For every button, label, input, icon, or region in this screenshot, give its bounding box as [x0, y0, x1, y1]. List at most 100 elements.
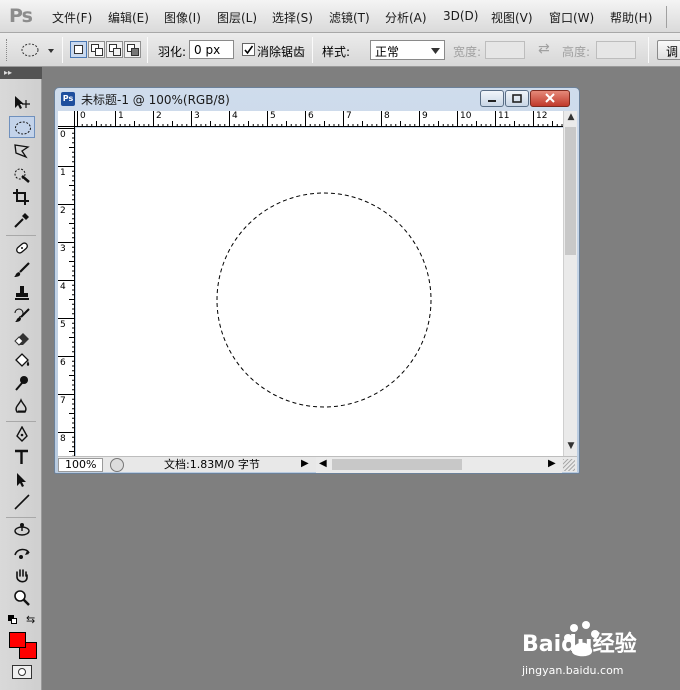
vertical-scrollbar[interactable]: ▲ ▼ [563, 111, 577, 456]
zoom-field[interactable]: 100% [58, 458, 103, 472]
healing-brush-tool[interactable] [9, 237, 35, 259]
horizontal-ruler[interactable]: 0 1 2 3 4 5 6 7 8 9 10 11 12 [75, 111, 563, 127]
scroll-up-icon[interactable]: ▲ [564, 112, 578, 122]
status-bar: 100% 文档:1.83M/0 字节 ▶ ◀ ▶ [58, 456, 577, 473]
vertical-ruler[interactable]: 0 1 2 3 4 5 6 7 8 [58, 127, 75, 456]
horizontal-ruler-ticks [77, 111, 563, 126]
antialias-label: 消除锯齿 [257, 45, 306, 59]
resize-grip-icon[interactable] [563, 459, 575, 471]
lasso-tool[interactable] [9, 140, 35, 162]
menu-analysis[interactable]: 分析(A) [385, 9, 427, 26]
menu-edit[interactable]: 编辑(E) [108, 9, 149, 26]
ruler-origin[interactable] [58, 111, 75, 127]
menu-image[interactable]: 图像(I) [164, 9, 201, 26]
eraser-tool[interactable] [9, 327, 35, 349]
clone-stamp-tool[interactable] [9, 282, 35, 304]
paint-bucket-tool[interactable] [9, 350, 35, 372]
crop-tool[interactable] [9, 186, 35, 208]
history-brush-tool[interactable] [9, 305, 35, 327]
ruler-y-label: 0 [60, 130, 66, 140]
options-bar: 羽化: 0 px 消除锯齿 样式: 正常 宽度: ⇄ 高度: 调 [0, 33, 680, 67]
brush-tool[interactable] [9, 259, 35, 281]
ruler-x-label: 2 [156, 111, 162, 121]
subtract-selection-button[interactable] [106, 41, 123, 58]
menu-layer[interactable]: 图层(L) [217, 9, 257, 26]
ruler-x-label: 9 [422, 111, 428, 121]
quick-selection-tool[interactable] [9, 164, 35, 186]
pen-icon [16, 426, 28, 442]
options-separator [62, 37, 63, 63]
width-input[interactable] [485, 41, 525, 59]
path-selection-tool[interactable] [9, 469, 35, 491]
menu-file[interactable]: 文件(F) [52, 9, 92, 26]
ruler-x-label: 6 [308, 111, 314, 121]
canvas[interactable] [76, 128, 563, 456]
3d-orbit-icon [14, 548, 30, 559]
status-menu-icon[interactable] [110, 458, 124, 472]
watermark-url: jingyan.baidu.com [522, 664, 624, 677]
menu-window[interactable]: 窗口(W) [549, 9, 594, 26]
document-window: Ps 未标题-1 @ 100%(RGB/8) 0 1 2 3 4 5 6 7 8 9 10 11 12 … [54, 87, 580, 474]
intersect-selection-button[interactable] [124, 41, 141, 58]
menu-3d[interactable]: 3D(D) [443, 9, 478, 23]
swap-dimensions-icon[interactable]: ⇄ [538, 41, 550, 57]
vertical-scroll-thumb[interactable] [565, 127, 576, 255]
style-label: 样式: [322, 45, 351, 59]
swap-colors-icon[interactable]: ⇆ [26, 613, 35, 626]
dodge-tool[interactable] [9, 372, 35, 394]
ruler-x-label: 10 [460, 111, 472, 121]
scroll-down-icon[interactable]: ▼ [564, 441, 578, 451]
horizontal-scrollbar[interactable]: ◀ ▶ [316, 457, 562, 473]
panel-collapse-icon[interactable]: ▸▸ [0, 67, 42, 79]
line-icon [14, 494, 30, 510]
ruler-x-label: 7 [346, 111, 352, 121]
antialias-checkbox[interactable] [242, 43, 255, 56]
default-colors-icon[interactable] [8, 615, 17, 624]
tool-preset-picker[interactable] [18, 40, 58, 60]
style-select-value: 正常 [375, 45, 400, 59]
foreground-color-swatch[interactable] [9, 632, 26, 648]
blur-tool[interactable] [9, 395, 35, 417]
menu-divider [666, 6, 667, 28]
style-select[interactable]: 正常 [370, 40, 445, 60]
new-selection-button[interactable] [70, 41, 87, 58]
ruler-y-label: 2 [60, 206, 66, 216]
baidu-watermark: Baidu经验 jingyan.baidu.com [520, 618, 678, 688]
type-icon [15, 449, 28, 464]
scroll-right-icon[interactable]: ▶ [548, 458, 556, 469]
3d-rotate-tool[interactable] [9, 519, 35, 541]
3d-orbit-tool[interactable] [9, 542, 35, 564]
type-tool[interactable] [9, 446, 35, 468]
elliptical-marquee-tool[interactable] [9, 116, 35, 138]
move-tool[interactable] [9, 92, 35, 114]
status-menu-arrow-icon[interactable]: ▶ [301, 458, 309, 469]
line-tool[interactable] [9, 491, 35, 513]
menu-view[interactable]: 视图(V) [491, 9, 533, 26]
menu-select[interactable]: 选择(S) [272, 9, 313, 26]
tools-separator [6, 421, 36, 422]
horizontal-scroll-thumb[interactable] [332, 459, 462, 470]
close-button[interactable] [530, 90, 570, 107]
height-input[interactable] [596, 41, 636, 59]
ruler-y-label: 3 [60, 244, 66, 254]
maximize-button[interactable] [505, 90, 529, 107]
ruler-y-label: 8 [60, 434, 66, 444]
width-label: 宽度: [453, 45, 482, 59]
pen-tool[interactable] [9, 423, 35, 445]
height-label: 高度: [562, 45, 591, 59]
tools-panel: ▸▸ ⇆ [0, 67, 42, 690]
quick-mask-icon[interactable] [12, 665, 32, 679]
scroll-left-icon[interactable]: ◀ [319, 458, 327, 469]
zoom-tool[interactable] [9, 587, 35, 609]
tools-separator [6, 235, 36, 236]
eyedropper-tool[interactable] [9, 209, 35, 231]
add-selection-button[interactable] [88, 41, 105, 58]
refine-edge-button[interactable]: 调 [657, 40, 680, 60]
menu-help[interactable]: 帮助(H) [610, 9, 652, 26]
ruler-x-label: 11 [498, 111, 510, 121]
paint-bucket-icon [15, 353, 30, 367]
minimize-button[interactable] [480, 90, 504, 107]
hand-tool[interactable] [9, 565, 35, 587]
feather-input[interactable]: 0 px [189, 40, 234, 59]
menu-filter[interactable]: 滤镜(T) [329, 9, 370, 26]
